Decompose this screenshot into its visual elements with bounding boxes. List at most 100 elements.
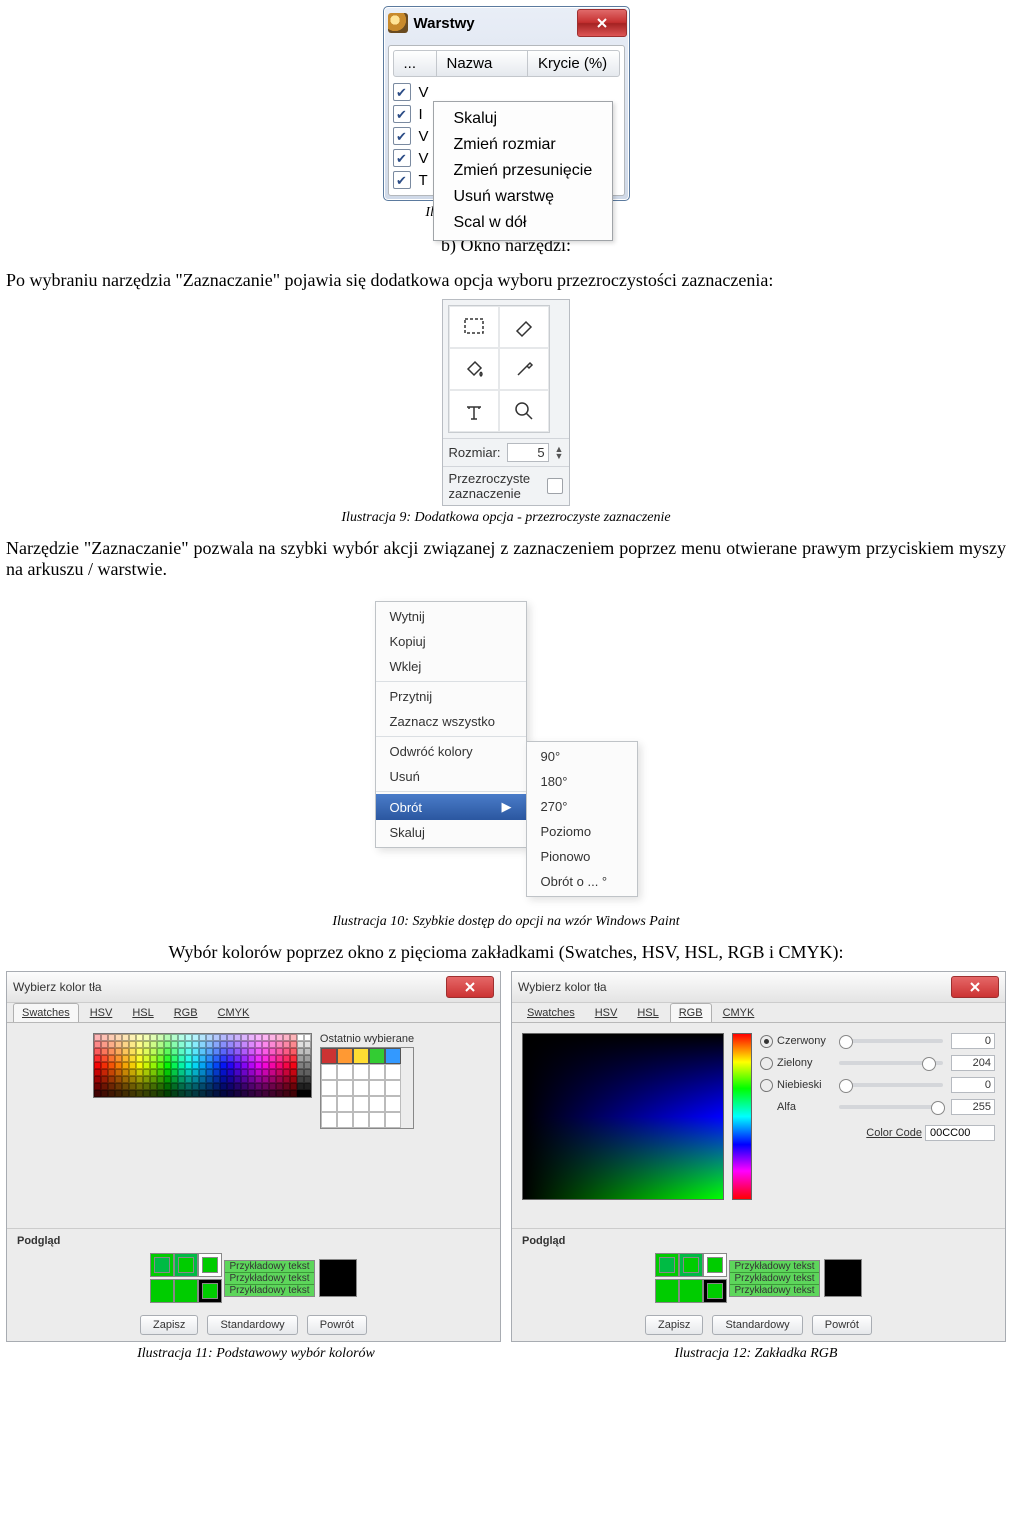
green-slider[interactable]: [839, 1061, 943, 1065]
checkbox-icon[interactable]: [393, 127, 411, 145]
column-visibility: ...: [394, 51, 437, 76]
submenu-item-180[interactable]: 180°: [527, 769, 637, 794]
layer-partial-label: V: [419, 150, 429, 167]
tab-swatches[interactable]: Swatches: [13, 1003, 79, 1022]
checkbox-icon[interactable]: [393, 105, 411, 123]
blue-slider[interactable]: [839, 1083, 943, 1087]
tool-fill[interactable]: [449, 348, 499, 390]
close-button[interactable]: [577, 9, 627, 37]
checkbox-icon[interactable]: [393, 171, 411, 189]
menu-item-merge-down[interactable]: Scal w dół: [434, 210, 613, 236]
tab-hsv[interactable]: HSV: [81, 1003, 122, 1022]
tab-rgb[interactable]: RGB: [165, 1003, 207, 1022]
tab-cmyk[interactable]: CMYK: [714, 1003, 764, 1022]
checkbox-icon[interactable]: [393, 83, 411, 101]
preview-current-color: [319, 1259, 357, 1297]
submenu-arrow-icon: ▶: [502, 799, 512, 815]
menu-item-invert-colors[interactable]: Odwróć kolory: [376, 739, 526, 764]
submenu-item-arbitrary[interactable]: Obrót o ... °: [527, 869, 637, 894]
save-button[interactable]: Zapisz: [140, 1315, 198, 1335]
back-button[interactable]: Powrót: [307, 1315, 367, 1335]
tab-rgb[interactable]: RGB: [670, 1003, 712, 1022]
tool-picker[interactable]: [499, 348, 549, 390]
menu-item-crop[interactable]: Przytnij: [376, 684, 526, 709]
preview-label: Podgląd: [522, 1235, 995, 1247]
menu-item-delete[interactable]: Usuń: [376, 764, 526, 789]
preview-text-stripes: Przykładowy tekst Przykładowy tekst Przy…: [224, 1260, 314, 1297]
figure10-caption: Ilustracja 10: Szybkie dostęp do opcji n…: [6, 914, 1006, 930]
figure11-caption: Ilustracja 11: Podstawowy wybór kolorów: [6, 1346, 506, 1362]
sample-text-3: Przykładowy tekst: [225, 1284, 313, 1296]
red-value[interactable]: 0: [951, 1033, 995, 1049]
transparent-checkbox[interactable]: [547, 478, 563, 494]
preview-text-stripes: Przykładowy tekst Przykładowy tekst Przy…: [729, 1260, 819, 1297]
tab-cmyk[interactable]: CMYK: [209, 1003, 259, 1022]
submenu-item-vertical[interactable]: Pionowo: [527, 844, 637, 869]
radio-red[interactable]: [760, 1035, 773, 1048]
menu-item-paste[interactable]: Wklej: [376, 654, 526, 679]
checkbox-icon[interactable]: [393, 149, 411, 167]
close-button[interactable]: [951, 976, 999, 998]
preview-current-color: [824, 1259, 862, 1297]
blue-value[interactable]: 0: [951, 1077, 995, 1093]
tool-eraser[interactable]: [499, 306, 549, 348]
menu-item-scale[interactable]: Skaluj: [376, 820, 526, 845]
green-value[interactable]: 204: [951, 1055, 995, 1071]
menu-item-copy[interactable]: Kopiuj: [376, 629, 526, 654]
tool-zoom[interactable]: [499, 390, 549, 432]
tab-swatches[interactable]: Swatches: [518, 1003, 584, 1022]
submenu-item-90[interactable]: 90°: [527, 744, 637, 769]
back-button[interactable]: Powrót: [812, 1315, 872, 1335]
paragraph-1: Po wybraniu narzędzia "Zaznaczanie" poja…: [6, 270, 1006, 291]
dialog-title: Wybierz kolor tła: [13, 980, 102, 998]
size-spinner[interactable]: 5: [507, 443, 549, 462]
alpha-label: Alfa: [777, 1101, 831, 1113]
bucket-icon: [462, 357, 486, 381]
color-gradient[interactable]: [522, 1033, 724, 1200]
selection-rect-icon: [462, 315, 486, 339]
radio-green[interactable]: [760, 1057, 773, 1070]
spinner-arrows-icon[interactable]: ▲▼: [555, 446, 564, 460]
transparent-selection-row: Przezroczyste zaznaczenie: [443, 466, 570, 505]
submenu-item-270[interactable]: 270°: [527, 794, 637, 819]
menu-item-select-all[interactable]: Zaznacz wszystko: [376, 709, 526, 734]
menu-item-offset[interactable]: Zmień przesunięcie: [434, 158, 613, 184]
color-code-input[interactable]: [925, 1125, 995, 1141]
color-code-label: Color Code: [866, 1127, 922, 1139]
layer-row[interactable]: V: [393, 81, 620, 103]
menu-item-scale[interactable]: Skaluj: [434, 106, 613, 132]
selection-context-menus: Wytnij Kopiuj Wklej Przytnij Zaznacz wsz…: [375, 588, 638, 910]
blue-label: Niebieski: [777, 1079, 831, 1091]
tab-hsl[interactable]: HSL: [628, 1003, 667, 1022]
red-label: Czerwony: [777, 1035, 831, 1047]
color-dialogs-row: Wybierz kolor tła Swatches HSV HSL RGB C…: [6, 971, 1006, 1342]
alpha-value[interactable]: 255: [951, 1099, 995, 1115]
default-button[interactable]: Standardowy: [207, 1315, 297, 1335]
tab-hsl[interactable]: HSL: [123, 1003, 162, 1022]
menu-item-delete-layer[interactable]: Usuń warstwę: [434, 184, 613, 210]
default-button[interactable]: Standardowy: [712, 1315, 802, 1335]
radio-blue[interactable]: [760, 1079, 773, 1092]
tab-hsv[interactable]: HSV: [586, 1003, 627, 1022]
menu-item-rotate[interactable]: Obrót ▶: [376, 794, 526, 820]
sample-text-2: Przykładowy tekst: [225, 1272, 313, 1284]
hue-slider[interactable]: [732, 1033, 752, 1200]
swatch-palette[interactable]: [93, 1033, 312, 1098]
menu-item-cut[interactable]: Wytnij: [376, 604, 526, 629]
close-button[interactable]: [446, 976, 494, 998]
paragraph-2: Narzędzie "Zaznaczanie" pozwala na szybk…: [6, 538, 1006, 580]
text-tool-icon: [462, 399, 486, 423]
submenu-item-horizontal[interactable]: Poziomo: [527, 819, 637, 844]
save-button[interactable]: Zapisz: [645, 1315, 703, 1335]
preview-swatches-left: [655, 1253, 725, 1303]
recent-label: Ostatnio wybierane: [320, 1033, 414, 1045]
tool-select[interactable]: [449, 306, 499, 348]
recent-colors[interactable]: [320, 1047, 414, 1129]
tool-text[interactable]: [449, 390, 499, 432]
red-slider[interactable]: [839, 1039, 943, 1043]
menu-item-resize[interactable]: Zmień rozmiar: [434, 132, 613, 158]
dialog-title: Wybierz kolor tła: [518, 980, 607, 998]
alpha-slider[interactable]: [839, 1105, 943, 1109]
layer-context-menu: Skaluj Zmień rozmiar Zmień przesunięcie …: [433, 101, 614, 241]
layer-partial-label: V: [419, 84, 429, 101]
